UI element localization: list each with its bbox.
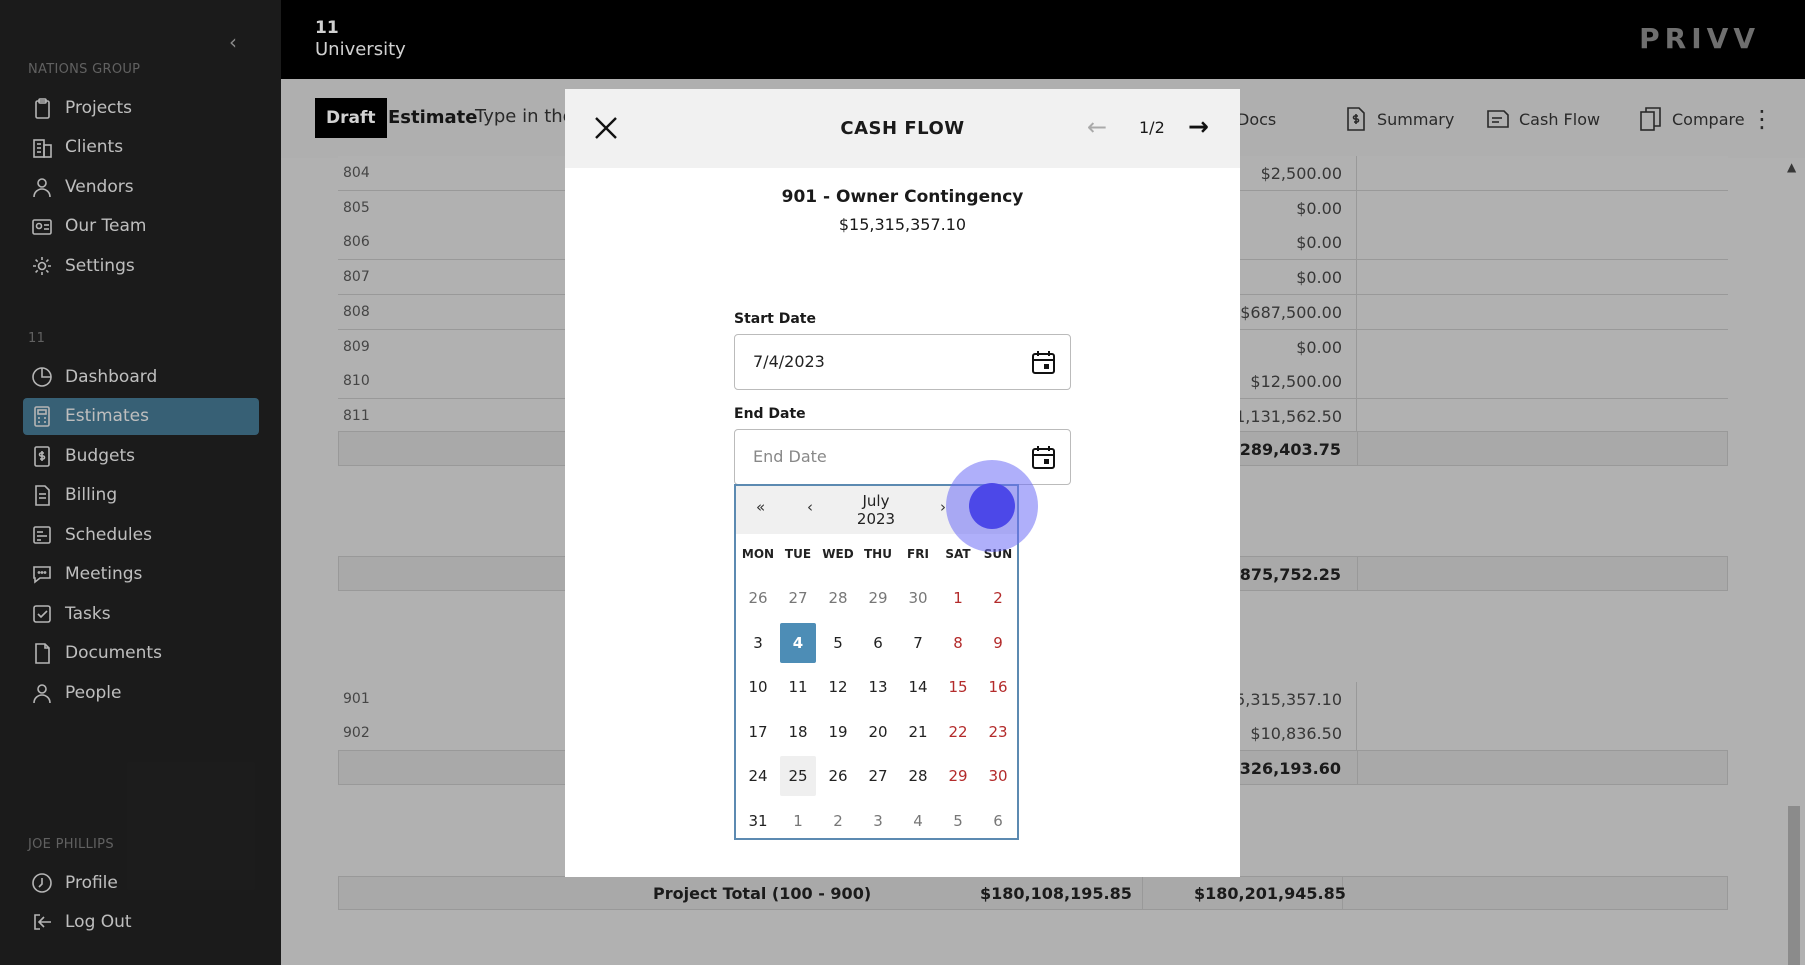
calendar-day[interactable]: 4	[780, 622, 816, 663]
calendar-day[interactable]: 28	[820, 578, 856, 618]
calendar-day[interactable]: 11	[780, 667, 816, 707]
start-date-value: 7/4/2023	[753, 352, 825, 371]
year-label: 2023	[856, 510, 896, 528]
calendar-day[interactable]: 13	[860, 667, 896, 707]
calendar-day[interactable]: 5	[940, 801, 976, 841]
calendar-day[interactable]: 23	[980, 712, 1016, 752]
calendar-icon[interactable]	[1031, 350, 1056, 375]
calendar-day[interactable]: 6	[980, 801, 1016, 841]
end-date-placeholder: End Date	[753, 447, 827, 466]
next-arrow-icon[interactable]: →	[1188, 112, 1209, 141]
weekday-header: TUE	[784, 547, 812, 561]
calendar-day[interactable]: 31	[740, 801, 776, 841]
calendar-day[interactable]: 29	[940, 756, 976, 796]
month-year-label[interactable]: July 2023	[841, 492, 911, 528]
calendar-day[interactable]: 6	[860, 623, 896, 663]
line-item-title: 901 - Owner Contingency	[781, 187, 1024, 207]
calendar-day[interactable]: 7	[900, 623, 936, 663]
calendar-day[interactable]: 22	[940, 712, 976, 752]
cash-flow-modal: CASH FLOW ← 1/2 → 901 - Owner Contingenc…	[565, 89, 1240, 877]
weekday-header: SAT	[945, 547, 971, 561]
prev-month-button[interactable]: ‹	[807, 498, 813, 516]
calendar-day[interactable]: 18	[780, 712, 816, 752]
start-date-label: Start Date	[734, 311, 816, 327]
calendar-day[interactable]: 20	[860, 712, 896, 752]
calendar-day[interactable]: 27	[860, 756, 896, 796]
calendar-day[interactable]: 21	[900, 712, 936, 752]
calendar-day[interactable]: 12	[820, 667, 856, 707]
calendar-day[interactable]: 9	[980, 623, 1016, 663]
pager-indicator: 1/2	[1139, 118, 1165, 137]
line-item-amount: $15,315,357.10	[838, 215, 967, 234]
calendar-day[interactable]: 1	[780, 801, 816, 841]
calendar-day[interactable]: 2	[980, 578, 1016, 618]
prev-year-button[interactable]: «	[756, 498, 765, 516]
calendar-day[interactable]: 4	[900, 801, 936, 841]
start-date-field[interactable]: 7/4/2023	[734, 334, 1071, 390]
calendar-day[interactable]: 30	[900, 578, 936, 618]
calendar-day[interactable]: 29	[860, 578, 896, 618]
weekday-header: FRI	[907, 547, 929, 561]
calendar-day[interactable]: 3	[860, 801, 896, 841]
calendar-day[interactable]: 17	[740, 712, 776, 752]
calendar-day[interactable]: 26	[740, 578, 776, 618]
calendar-day[interactable]: 26	[820, 756, 856, 796]
calendar-day[interactable]: 27	[780, 578, 816, 618]
calendar-day[interactable]: 24	[740, 756, 776, 796]
weekday-header: WED	[822, 547, 854, 561]
modal-header: CASH FLOW ← 1/2 →	[565, 89, 1240, 168]
calendar-day[interactable]: 3	[740, 623, 776, 663]
calendar-day[interactable]: 2	[820, 801, 856, 841]
calendar-day[interactable]: 15	[940, 667, 976, 707]
calendar-day[interactable]: 10	[740, 667, 776, 707]
calendar-day[interactable]: 16	[980, 667, 1016, 707]
calendar-day[interactable]: 5	[820, 623, 856, 663]
weekday-header: MON	[741, 547, 775, 561]
calendar-day[interactable]: 8	[940, 623, 976, 663]
calendar-icon[interactable]	[1031, 445, 1056, 470]
calendar-day[interactable]: 14	[900, 667, 936, 707]
calendar-day[interactable]: 30	[980, 756, 1016, 796]
month-label: July	[862, 492, 890, 510]
weekday-header: THU	[864, 547, 892, 561]
calendar-day[interactable]: 25	[780, 756, 816, 796]
end-date-label: End Date	[734, 406, 806, 422]
calendar-day[interactable]: 28	[900, 756, 936, 796]
cursor-dot	[969, 483, 1015, 529]
previous-arrow-icon[interactable]: ←	[1087, 113, 1107, 141]
calendar-day[interactable]: 1	[940, 578, 976, 618]
calendar-day[interactable]: 19	[820, 712, 856, 752]
